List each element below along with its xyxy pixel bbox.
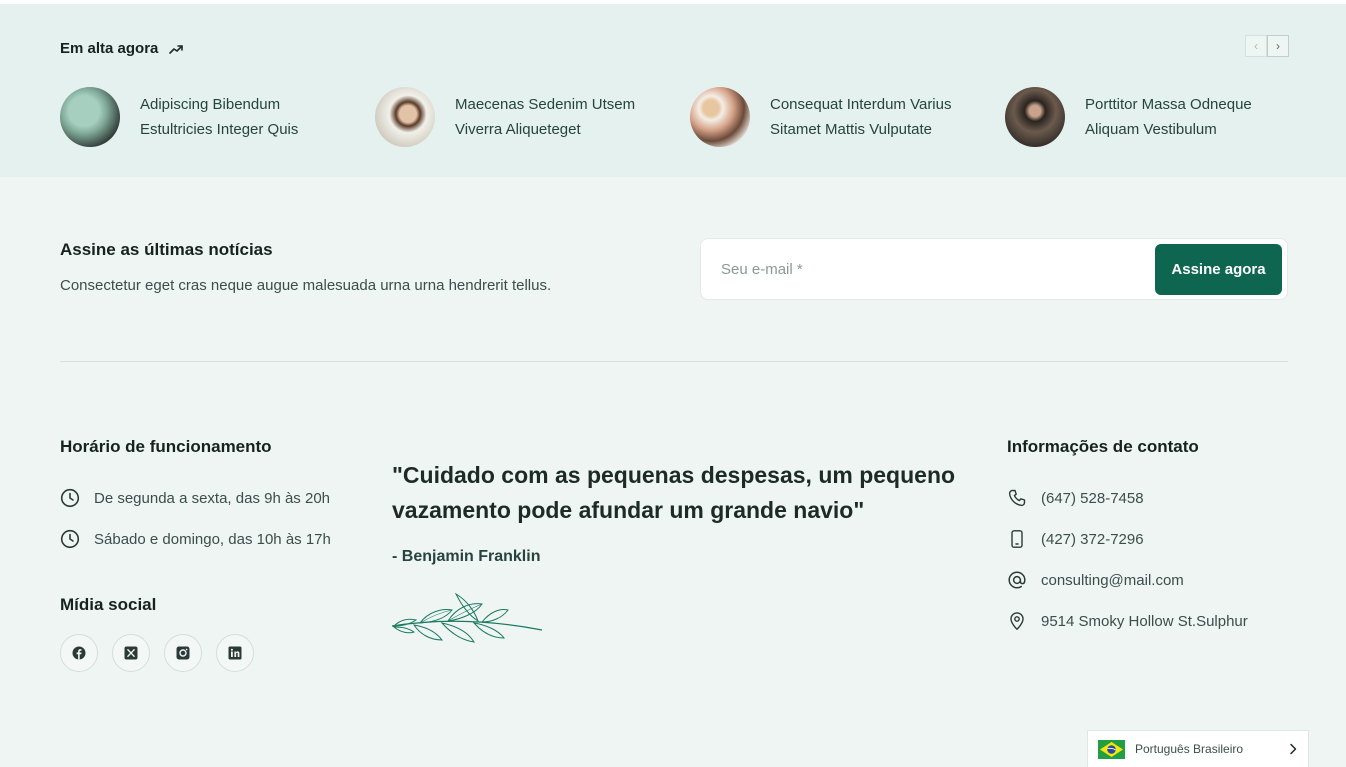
x-link[interactable] <box>112 634 150 672</box>
facebook-link[interactable] <box>60 634 98 672</box>
instagram-icon <box>176 646 190 660</box>
mobile-phone-icon <box>1011 530 1023 548</box>
quote-author: - Benjamin Franklin <box>392 548 541 565</box>
contact-title: Informações de contato <box>1007 437 1199 456</box>
trending-item[interactable]: Consequat Interdum Varius Sitamet Mattis… <box>690 87 1005 147</box>
trending-thumbnail[interactable] <box>690 87 750 147</box>
newsletter-form: Assine agora <box>700 238 1288 300</box>
trending-item-title-line1[interactable]: Maecenas Sedenim Utsem <box>455 92 655 117</box>
brazil-flag-icon <box>1098 739 1125 759</box>
clock-icon <box>60 529 80 549</box>
trending-up-icon <box>169 44 184 54</box>
carousel-next-button[interactable]: › <box>1267 35 1289 57</box>
contact-address-text: 9514 Smoky Hollow St.Sulphur <box>1041 612 1248 630</box>
clock-icon <box>60 488 80 508</box>
trending-thumbnail[interactable] <box>375 87 435 147</box>
trending-item-title-line2[interactable]: Viverra Aliqueteget <box>455 117 655 142</box>
trending-item-title-line1[interactable]: Consequat Interdum Varius <box>770 92 970 117</box>
leaf-branch-icon <box>391 592 543 643</box>
trending-section: Em alta agora ‹ › Adipiscing Bibendum Es… <box>0 4 1346 177</box>
hours-weekdays-text: De segunda a sexta, das 9h às 20h <box>94 489 331 507</box>
hours-weekend-text: Sábado e domingo, das 10h às 17h <box>94 530 331 548</box>
trending-item-title[interactable]: Maecenas Sedenim Utsem Viverra Aliqueteg… <box>455 92 655 142</box>
contact-phone-text[interactable]: (647) 528-7458 <box>1041 490 1144 507</box>
phone-icon <box>1008 489 1026 507</box>
location-pin-icon <box>1010 612 1024 630</box>
trending-item[interactable]: Adipiscing Bibendum Estultricies Integer… <box>60 87 375 147</box>
at-sign-icon <box>1008 571 1026 589</box>
trending-item-title[interactable]: Porttitor Massa Odneque Aliquam Vestibul… <box>1085 92 1285 142</box>
trending-thumbnail[interactable] <box>1005 87 1065 147</box>
trending-item-title-line2[interactable]: Sitamet Mattis Vulputate <box>770 117 970 142</box>
contact-address: 9514 Smoky Hollow St.Sulphur <box>1007 611 1248 631</box>
trending-title: Em alta agora <box>60 40 159 57</box>
opening-hours: Horário de funcionamento De segunda a se… <box>60 437 331 549</box>
email-input[interactable] <box>721 257 1141 281</box>
quote-text: "Cuidado com as pequenas despesas, um pe… <box>392 462 956 523</box>
contact-mobile-text[interactable]: (427) 372-7296 <box>1041 531 1144 548</box>
language-switcher[interactable]: Português Brasileiro <box>1087 730 1309 767</box>
hours-weekdays: De segunda a sexta, das 9h às 20h <box>60 488 331 508</box>
contact-info: Informações de contato (647) 528-7458 (4… <box>1007 437 1248 631</box>
hours-weekend: Sábado e domingo, das 10h às 17h <box>60 529 331 549</box>
contact-email-text[interactable]: consulting@mail.com <box>1041 572 1184 589</box>
contact-phone[interactable]: (647) 528-7458 <box>1007 488 1248 508</box>
carousel-nav: ‹ › <box>1245 35 1289 57</box>
newsletter-section: Assine as últimas notícias Consectetur e… <box>0 177 1346 362</box>
instagram-link[interactable] <box>164 634 202 672</box>
social-media: Mídia social <box>60 595 254 672</box>
quote-block: "Cuidado com as pequenas despesas, um pe… <box>392 458 972 566</box>
trending-item-title-line2[interactable]: Aliquam Vestibulum <box>1085 117 1285 142</box>
linkedin-link[interactable] <box>216 634 254 672</box>
facebook-icon <box>72 646 86 660</box>
trending-thumbnail[interactable] <box>60 87 120 147</box>
newsletter-description: Consectetur eget cras neque augue malesu… <box>60 277 552 294</box>
trending-item-title[interactable]: Consequat Interdum Varius Sitamet Mattis… <box>770 92 970 142</box>
trending-item[interactable]: Porttitor Massa Odneque Aliquam Vestibul… <box>1005 87 1320 147</box>
social-icons <box>60 634 254 672</box>
subscribe-button[interactable]: Assine agora <box>1155 244 1282 295</box>
trending-item-title-line2[interactable]: Estultricies Integer Quis <box>140 117 340 142</box>
contact-mobile[interactable]: (427) 372-7296 <box>1007 529 1248 549</box>
divider <box>60 361 1288 362</box>
trending-header: Em alta agora <box>60 40 184 57</box>
language-label[interactable]: Português Brasileiro <box>1135 742 1243 756</box>
x-icon <box>124 646 138 660</box>
trending-list: Adipiscing Bibendum Estultricies Integer… <box>60 87 1320 147</box>
trending-item-title-line1[interactable]: Adipiscing Bibendum <box>140 92 340 117</box>
trending-item-title[interactable]: Adipiscing Bibendum Estultricies Integer… <box>140 92 340 142</box>
linkedin-icon <box>228 646 242 660</box>
social-title: Mídia social <box>60 595 157 614</box>
chevron-right-icon <box>1290 743 1297 755</box>
newsletter-title: Assine as últimas notícias <box>60 240 273 259</box>
hours-title: Horário de funcionamento <box>60 437 272 456</box>
trending-item[interactable]: Maecenas Sedenim Utsem Viverra Aliqueteg… <box>375 87 690 147</box>
trending-item-title-line1[interactable]: Porttitor Massa Odneque <box>1085 92 1285 117</box>
contact-email[interactable]: consulting@mail.com <box>1007 570 1248 590</box>
carousel-prev-button[interactable]: ‹ <box>1245 35 1267 57</box>
